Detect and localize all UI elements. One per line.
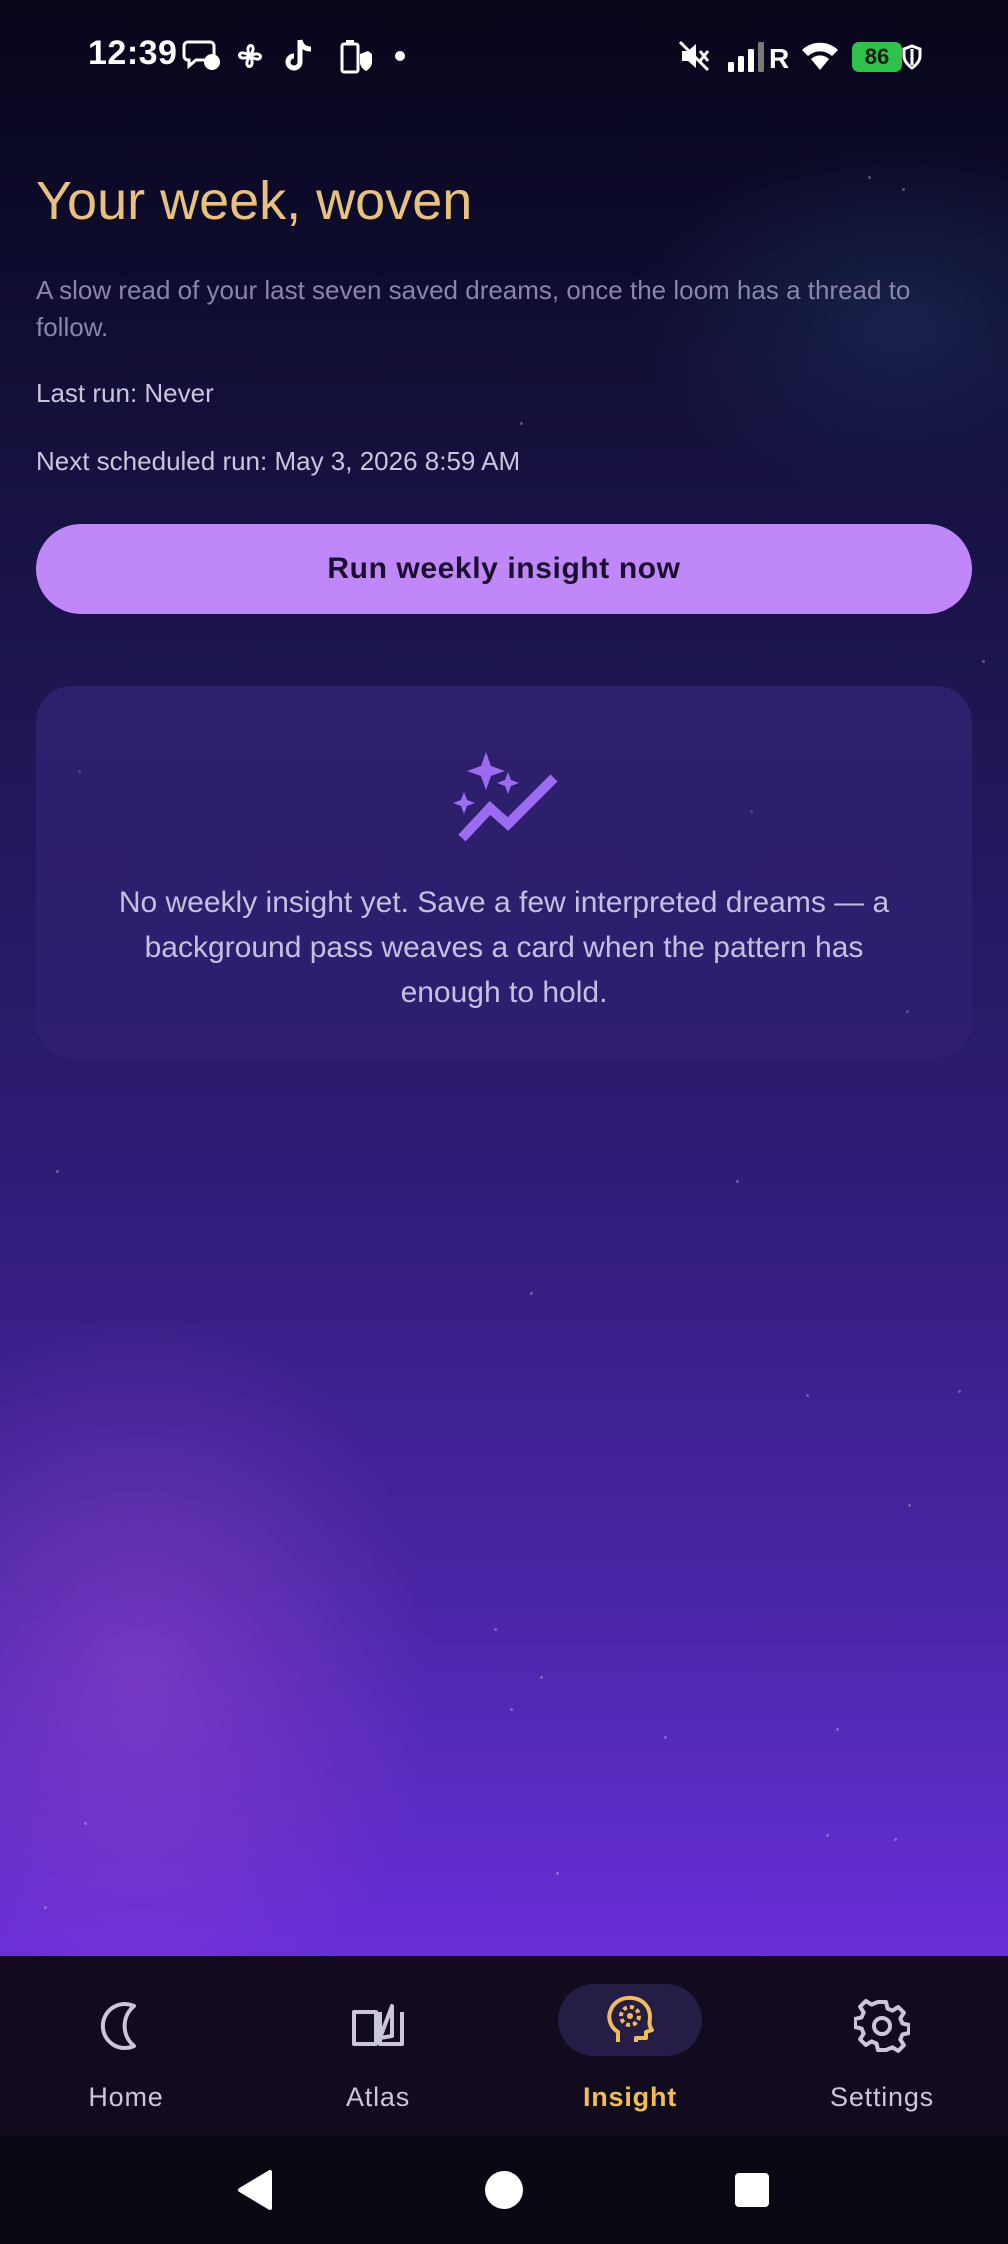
run-weekly-insight-button[interactable]: Run weekly insight now (36, 524, 972, 614)
nav-label-settings: Settings (830, 2082, 934, 2112)
head-insight-icon (607, 1995, 654, 2042)
recents-square-icon[interactable] (732, 2170, 772, 2210)
signal-icon (728, 42, 764, 72)
svg-text:R: R (769, 43, 789, 74)
nav-item-settings[interactable]: Settings (756, 1956, 1008, 2136)
insight-screen: 12:39 R 86 Your week, woven A slow read … (0, 0, 1008, 2244)
nav-item-atlas[interactable]: Atlas (252, 1956, 504, 2136)
pinwheel-icon (238, 44, 262, 68)
mute-icon (678, 40, 710, 72)
empty-insight-card: No weekly insight yet. Save a few interp… (36, 686, 972, 1058)
run-weekly-insight-label: Run weekly insight now (327, 552, 681, 585)
chat-bubble-icon (182, 40, 220, 70)
book-icon (352, 2004, 404, 2046)
next-run-text: Next scheduled run: May 3, 2026 8:59 AM (36, 446, 521, 476)
system-navigation-bar (0, 2136, 1008, 2244)
nav-item-insight[interactable]: Insight (504, 1956, 756, 2136)
page-title: Your week, woven (36, 171, 473, 231)
home-circle-icon[interactable] (482, 2168, 526, 2212)
empty-insight-message: No weekly insight yet. Save a few interp… (118, 886, 890, 1009)
battery-saver-icon (340, 40, 372, 74)
tiktok-icon (285, 39, 312, 71)
nav-item-home[interactable]: Home (0, 1956, 252, 2136)
dot-icon (395, 51, 405, 61)
bottom-navigation: Home Atlas Insight Settings (0, 1956, 1008, 2136)
nav-label-home: Home (88, 2082, 164, 2112)
page-subtitle: A slow read of your last seven saved dre… (36, 275, 911, 342)
moon-icon (100, 2002, 136, 2050)
nav-label-atlas: Atlas (345, 2082, 411, 2112)
wifi-icon (802, 42, 838, 70)
battery-indicator: 86 (852, 42, 902, 72)
roaming-r-icon: R (769, 43, 789, 74)
shield-icon (902, 44, 922, 70)
status-time: 12:39 (88, 34, 178, 72)
back-icon[interactable] (232, 2168, 276, 2212)
status-bar: 12:39 R 86 (0, 0, 1008, 112)
nav-label-insight: Insight (582, 2082, 678, 2112)
last-run-text: Last run: Never (36, 378, 214, 408)
gear-icon (854, 1999, 910, 2053)
sparkle-trend-icon (453, 752, 558, 842)
